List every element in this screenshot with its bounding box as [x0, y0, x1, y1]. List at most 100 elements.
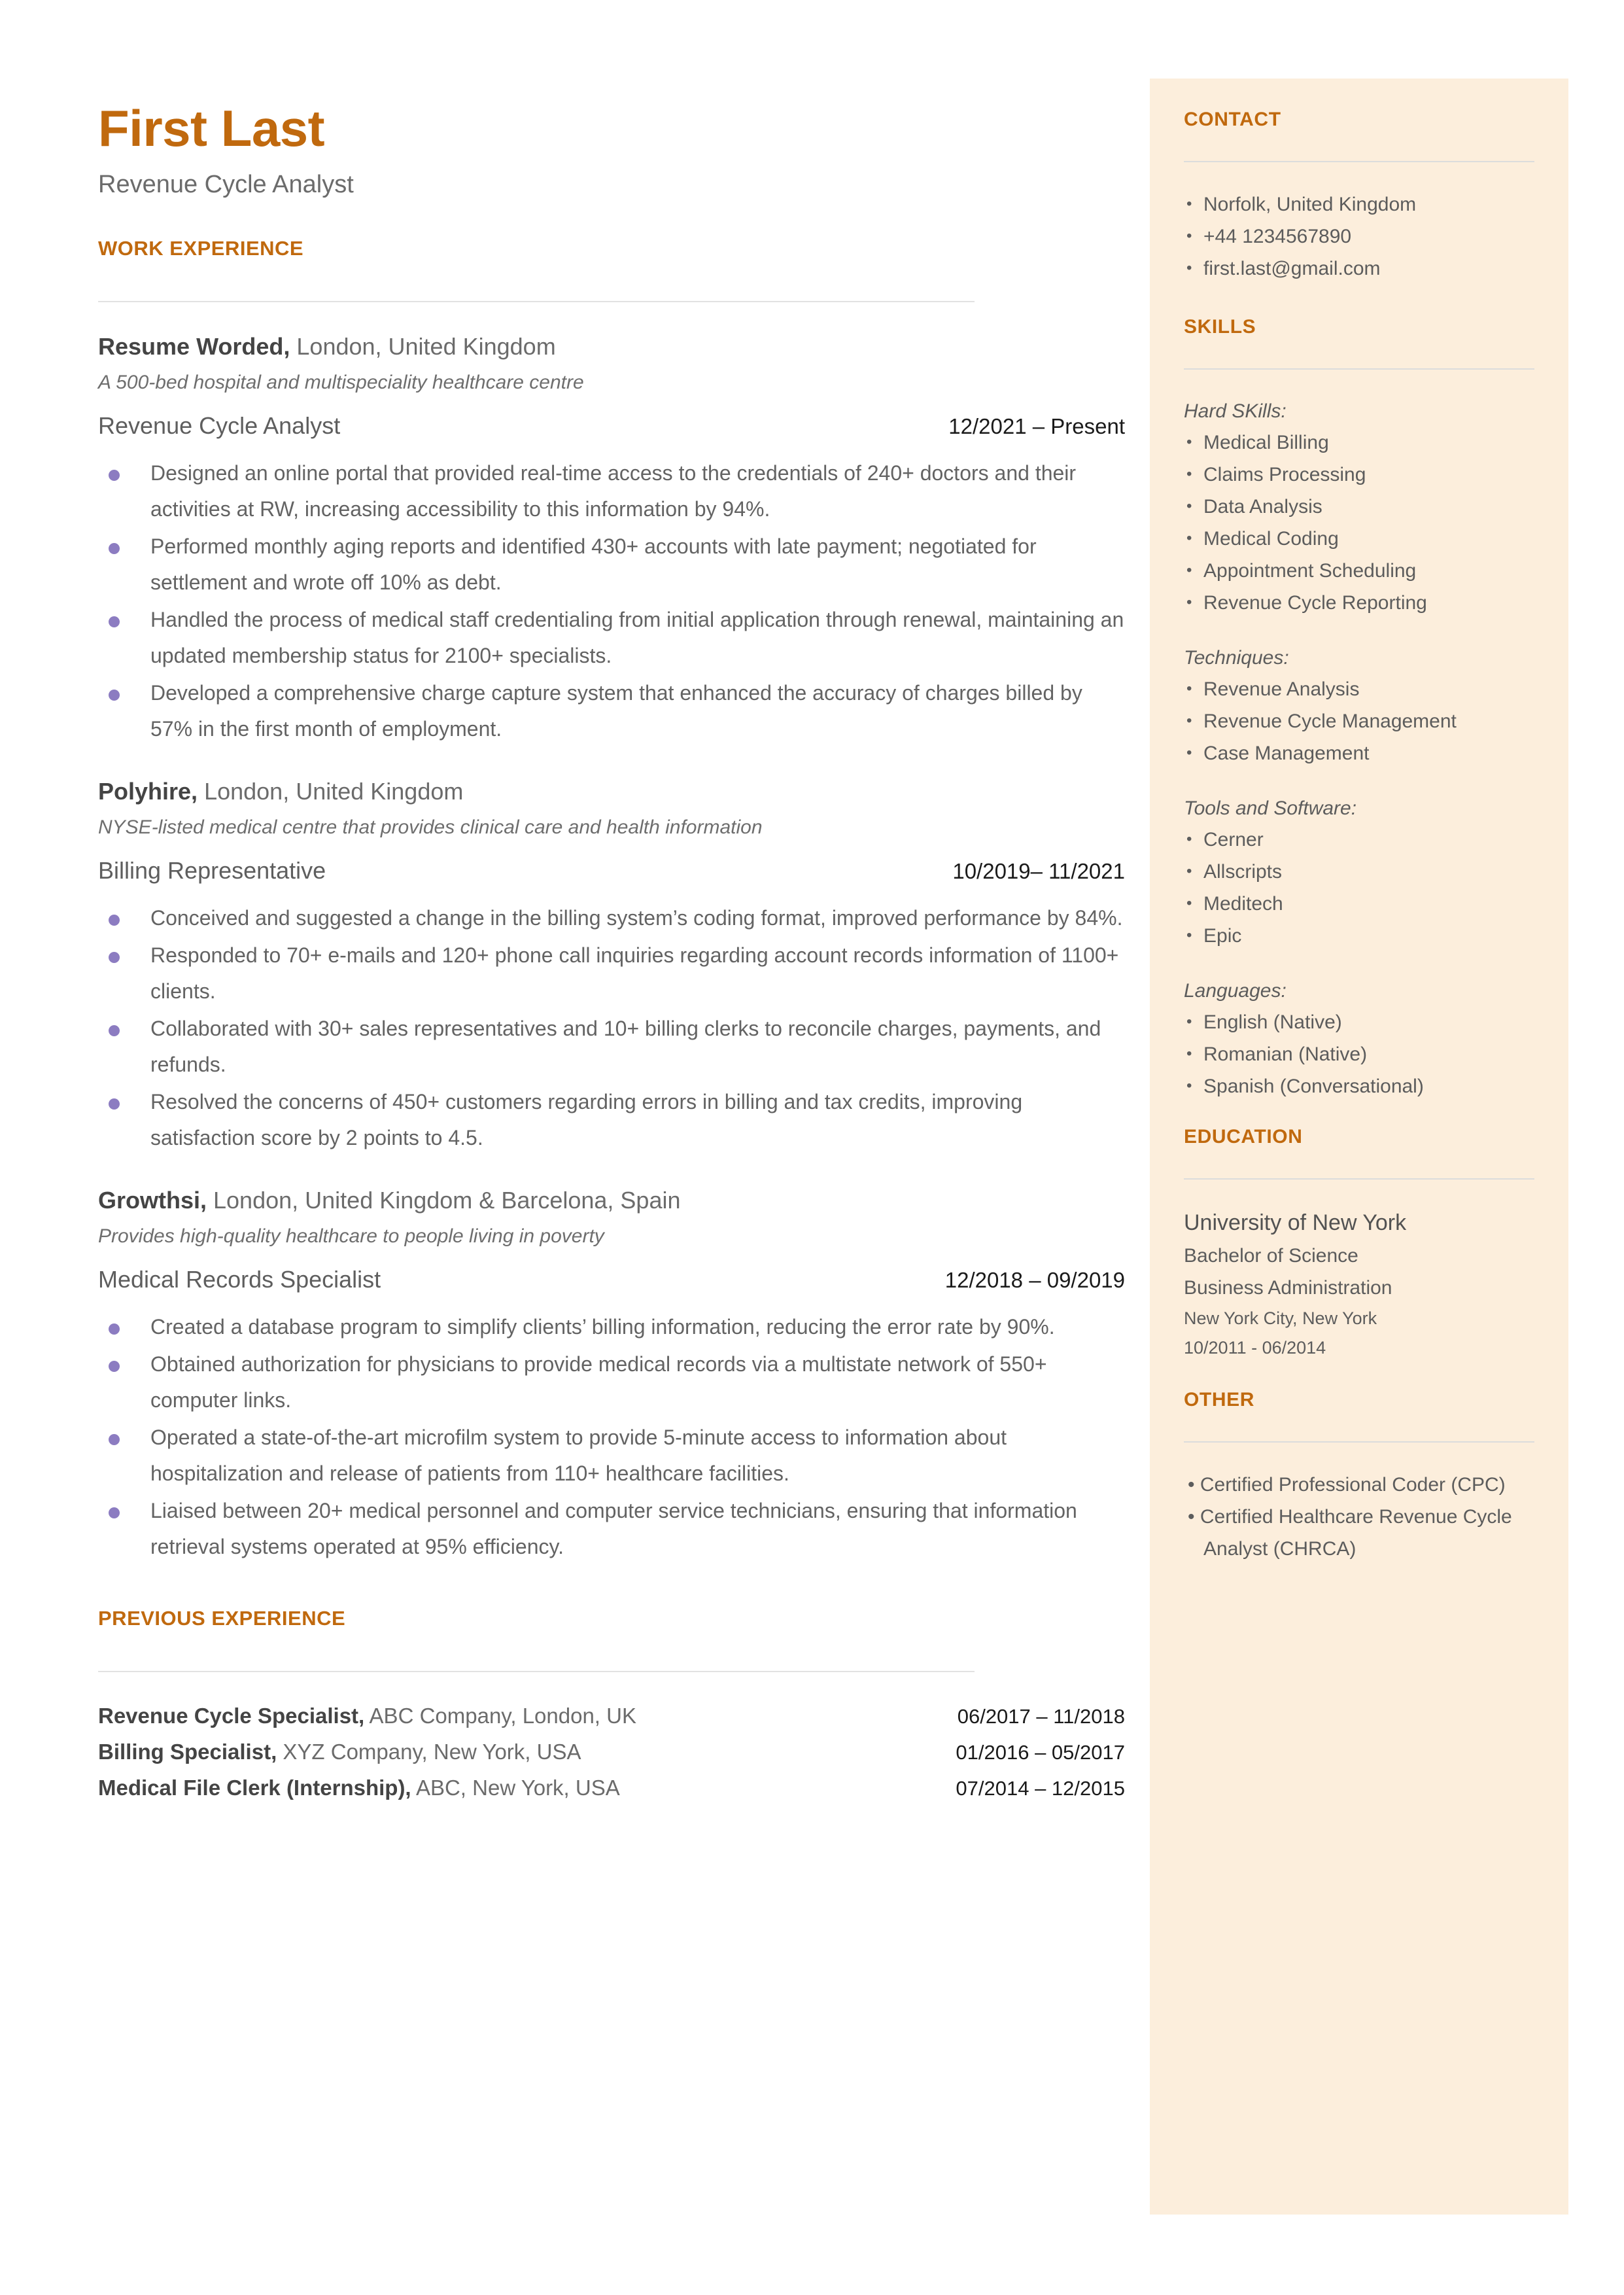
- skills-section: SKILLS Hard SKills: Medical BillingClaims…: [1184, 316, 1534, 1102]
- skill-item: Meditech: [1184, 887, 1534, 920]
- job-bullet-list: Conceived and suggested a change in the …: [98, 900, 1125, 1156]
- job-entry: Resume Worded, London, United Kingdom A 5…: [98, 331, 1125, 747]
- skill-group-gap: [1184, 619, 1534, 642]
- previous-experience-list: Revenue Cycle Specialist, ABC Company, L…: [98, 1698, 1125, 1806]
- spacer-education-other: [1184, 1363, 1534, 1385]
- skill-item: Allscripts: [1184, 855, 1534, 888]
- skill-group-list: Revenue AnalysisRevenue Cycle Management…: [1184, 673, 1534, 769]
- job-bullet-list: Designed an online portal that provided …: [98, 455, 1125, 747]
- skill-item: Case Management: [1184, 737, 1534, 769]
- job-description: A 500-bed hospital and multispeciality h…: [98, 372, 584, 393]
- skills-groups: Hard SKills: Medical BillingClaims Proces…: [1184, 396, 1534, 1102]
- previous-experience-row: Revenue Cycle Specialist, ABC Company, L…: [98, 1698, 1125, 1734]
- job-bullet: Created a database program to simplify c…: [98, 1309, 1125, 1345]
- other-item: Certified Professional Coder (CPC): [1184, 1469, 1534, 1501]
- previous-role-title: Revenue Cycle Specialist,: [98, 1704, 365, 1728]
- previous-dates: 07/2014 – 12/2015: [956, 1777, 1125, 1800]
- job-company-name: Polyhire,: [98, 778, 198, 805]
- skill-item: Spanish (Conversational): [1184, 1070, 1534, 1102]
- job-company: Resume Worded, London, United Kingdom: [98, 331, 1125, 362]
- education-field: Business Administration: [1184, 1277, 1392, 1299]
- education-school: University of New York: [1184, 1210, 1407, 1235]
- skill-group-list: CernerAllscriptsMeditechEpic: [1184, 823, 1534, 952]
- skill-group-gap: [1184, 769, 1534, 793]
- contact-divider: [1184, 161, 1534, 162]
- work-experience-divider: [98, 301, 975, 302]
- contact-item[interactable]: first.last@gmail.com: [1184, 252, 1534, 285]
- job-company-name: Growthsi,: [98, 1187, 207, 1214]
- job-company: Growthsi, London, United Kingdom & Barce…: [98, 1185, 1125, 1216]
- previous-dates: 06/2017 – 11/2018: [957, 1705, 1125, 1728]
- previous-role-detail: ABC Company, London, UK: [364, 1704, 636, 1728]
- contact-heading: CONTACT: [1184, 109, 1281, 130]
- skill-group-label: Techniques:: [1184, 647, 1289, 669]
- education-divider: [1184, 1178, 1534, 1180]
- previous-experience-row: Billing Specialist, XYZ Company, New Yor…: [98, 1734, 1125, 1770]
- skill-item: Revenue Cycle Management: [1184, 705, 1534, 737]
- job-bullet: Operated a state-of-the-art microfilm sy…: [98, 1420, 1125, 1492]
- job-location: London, United Kingdom: [290, 333, 556, 360]
- job-title: Revenue Cycle Analyst: [98, 412, 341, 439]
- job-title: Medical Records Specialist: [98, 1266, 381, 1293]
- skill-item: Medical Coding: [1184, 522, 1534, 555]
- skills-divider: [1184, 368, 1534, 370]
- job-company-name: Resume Worded,: [98, 333, 290, 360]
- sidebar: CONTACT Norfolk, United Kingdom+44 12345…: [1150, 79, 1568, 2215]
- skill-group-label: Languages:: [1184, 980, 1287, 1002]
- skill-item: Appointment Scheduling: [1184, 554, 1534, 587]
- main-column: First Last Revenue Cycle Analyst WORK EX…: [98, 98, 1125, 1806]
- job-title-row: Medical Records Specialist 12/2018 – 09/2…: [98, 1266, 1125, 1293]
- skills-heading: SKILLS: [1184, 316, 1256, 338]
- page-title: First Last: [98, 99, 325, 157]
- work-experience-heading: WORK EXPERIENCE: [98, 237, 304, 260]
- job-dates: 12/2018 – 09/2019: [944, 1268, 1125, 1292]
- job-dates: 10/2019– 11/2021: [952, 859, 1125, 883]
- previous-role-title: Medical File Clerk (Internship),: [98, 1776, 411, 1800]
- previous-dates: 01/2016 – 05/2017: [956, 1741, 1125, 1764]
- job-bullet: Designed an online portal that provided …: [98, 455, 1125, 527]
- job-bullet-list: Created a database program to simplify c…: [98, 1309, 1125, 1565]
- job-dates: 12/2021 – Present: [948, 414, 1125, 438]
- previous-experience-divider: [98, 1671, 975, 1672]
- other-section: OTHER Certified Professional Coder (CPC)…: [1184, 1389, 1534, 1565]
- job-bullet: Resolved the concerns of 450+ customers …: [98, 1084, 1125, 1156]
- education-degree: Bachelor of Science: [1184, 1245, 1358, 1267]
- skill-item: Cerner: [1184, 823, 1534, 856]
- education-dates: 10/2011 - 06/2014: [1184, 1338, 1326, 1358]
- skill-group-list: English (Native)Romanian (Native)Spanish…: [1184, 1006, 1534, 1102]
- job-bullet: Collaborated with 30+ sales representati…: [98, 1011, 1125, 1083]
- education-location: New York City, New York: [1184, 1308, 1377, 1328]
- skill-group-label: Hard SKills:: [1184, 400, 1287, 422]
- job-title-row: Billing Representative 10/2019– 11/2021: [98, 857, 1125, 885]
- education-entry: University of New York Bachelor of Scien…: [1184, 1206, 1534, 1363]
- skill-item: Epic: [1184, 919, 1534, 952]
- job-description: NYSE-listed medical centre that provides…: [98, 816, 763, 838]
- previous-experience-row: Medical File Clerk (Internship), ABC, Ne…: [98, 1770, 1125, 1806]
- job-location: London, United Kingdom & Barcelona, Spai…: [207, 1187, 681, 1214]
- other-divider: [1184, 1441, 1534, 1443]
- education-section: EDUCATION University of New York Bachelo…: [1184, 1126, 1534, 1363]
- resume-page: CONTACT Norfolk, United Kingdom+44 12345…: [0, 0, 1624, 2295]
- skill-group-gap: [1184, 952, 1534, 975]
- job-bullet: Handled the process of medical staff cre…: [98, 602, 1125, 674]
- skill-item: Revenue Analysis: [1184, 673, 1534, 705]
- job-bullet: Responded to 70+ e-mails and 120+ phone …: [98, 937, 1125, 1009]
- work-experience-list: Resume Worded, London, United Kingdom A 5…: [98, 331, 1125, 1565]
- spacer-skills-education: [1184, 1102, 1534, 1122]
- skill-item: Data Analysis: [1184, 490, 1534, 523]
- other-heading: OTHER: [1184, 1389, 1254, 1410]
- job-bullet: Obtained authorization for physicians to…: [98, 1346, 1125, 1418]
- job-location: London, United Kingdom: [198, 778, 464, 805]
- contact-item[interactable]: Norfolk, United Kingdom: [1184, 188, 1534, 220]
- skill-item: English (Native): [1184, 1006, 1534, 1038]
- contact-item[interactable]: +44 1234567890: [1184, 220, 1534, 253]
- skill-group-label: Tools and Software:: [1184, 797, 1357, 819]
- contact-section: CONTACT Norfolk, United Kingdom+44 12345…: [1184, 109, 1534, 285]
- skill-item: Romanian (Native): [1184, 1038, 1534, 1070]
- other-item: Certified Healthcare Revenue Cycle Analy…: [1184, 1501, 1534, 1565]
- previous-role: Billing Specialist, XYZ Company, New Yor…: [98, 1734, 581, 1770]
- job-title-row: Revenue Cycle Analyst 12/2021 – Present: [98, 412, 1125, 440]
- job-entry: Polyhire, London, United Kingdom NYSE-lis…: [98, 776, 1125, 1156]
- previous-role-title: Billing Specialist,: [98, 1740, 277, 1764]
- job-company: Polyhire, London, United Kingdom: [98, 776, 1125, 807]
